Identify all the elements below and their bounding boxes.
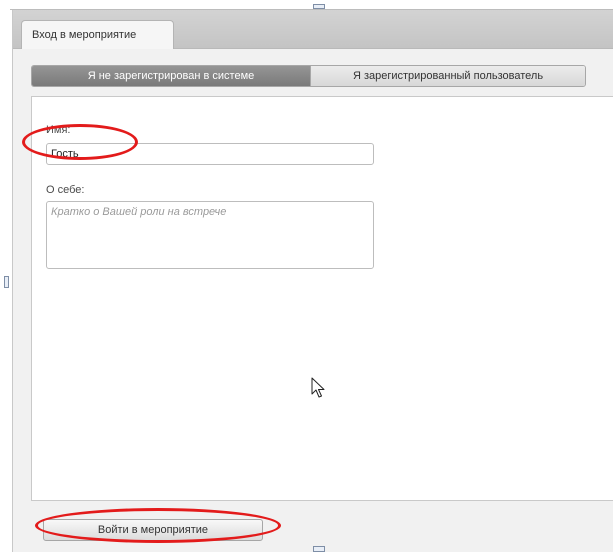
top-resize-handle[interactable] bbox=[313, 4, 325, 9]
segment-registered-label: Я зарегистрированный пользователь bbox=[352, 70, 544, 82]
segment-unregistered[interactable]: Я не зарегистрирован в системе bbox=[32, 66, 310, 86]
about-label: О себе: bbox=[46, 184, 85, 196]
segment-registered[interactable]: Я зарегистрированный пользователь bbox=[310, 66, 585, 86]
bottom-resize-handle[interactable] bbox=[313, 546, 325, 552]
tab-bar: Вход в мероприятие bbox=[13, 10, 613, 49]
name-input[interactable] bbox=[46, 143, 374, 165]
join-event-button[interactable]: Войти в мероприятие bbox=[43, 519, 263, 541]
tab-join-event[interactable]: Вход в мероприятие bbox=[21, 20, 174, 49]
left-resize-handle[interactable] bbox=[4, 276, 9, 288]
tab-join-event-label: Вход в мероприятие bbox=[32, 29, 137, 41]
about-textarea[interactable] bbox=[46, 201, 374, 269]
dialog-footer: Войти в мероприятие bbox=[13, 501, 613, 552]
join-event-dialog: Вход в мероприятие Я не зарегистрирован … bbox=[12, 10, 613, 552]
name-label: Имя: bbox=[46, 124, 71, 136]
segment-unregistered-label: Я не зарегистрирован в системе bbox=[87, 70, 255, 82]
guest-form-panel: Имя: О себе: bbox=[31, 96, 613, 501]
arrow-cursor-icon bbox=[311, 377, 325, 398]
registration-mode-switcher: Я не зарегистрирован в системе Я зарегис… bbox=[31, 65, 586, 87]
